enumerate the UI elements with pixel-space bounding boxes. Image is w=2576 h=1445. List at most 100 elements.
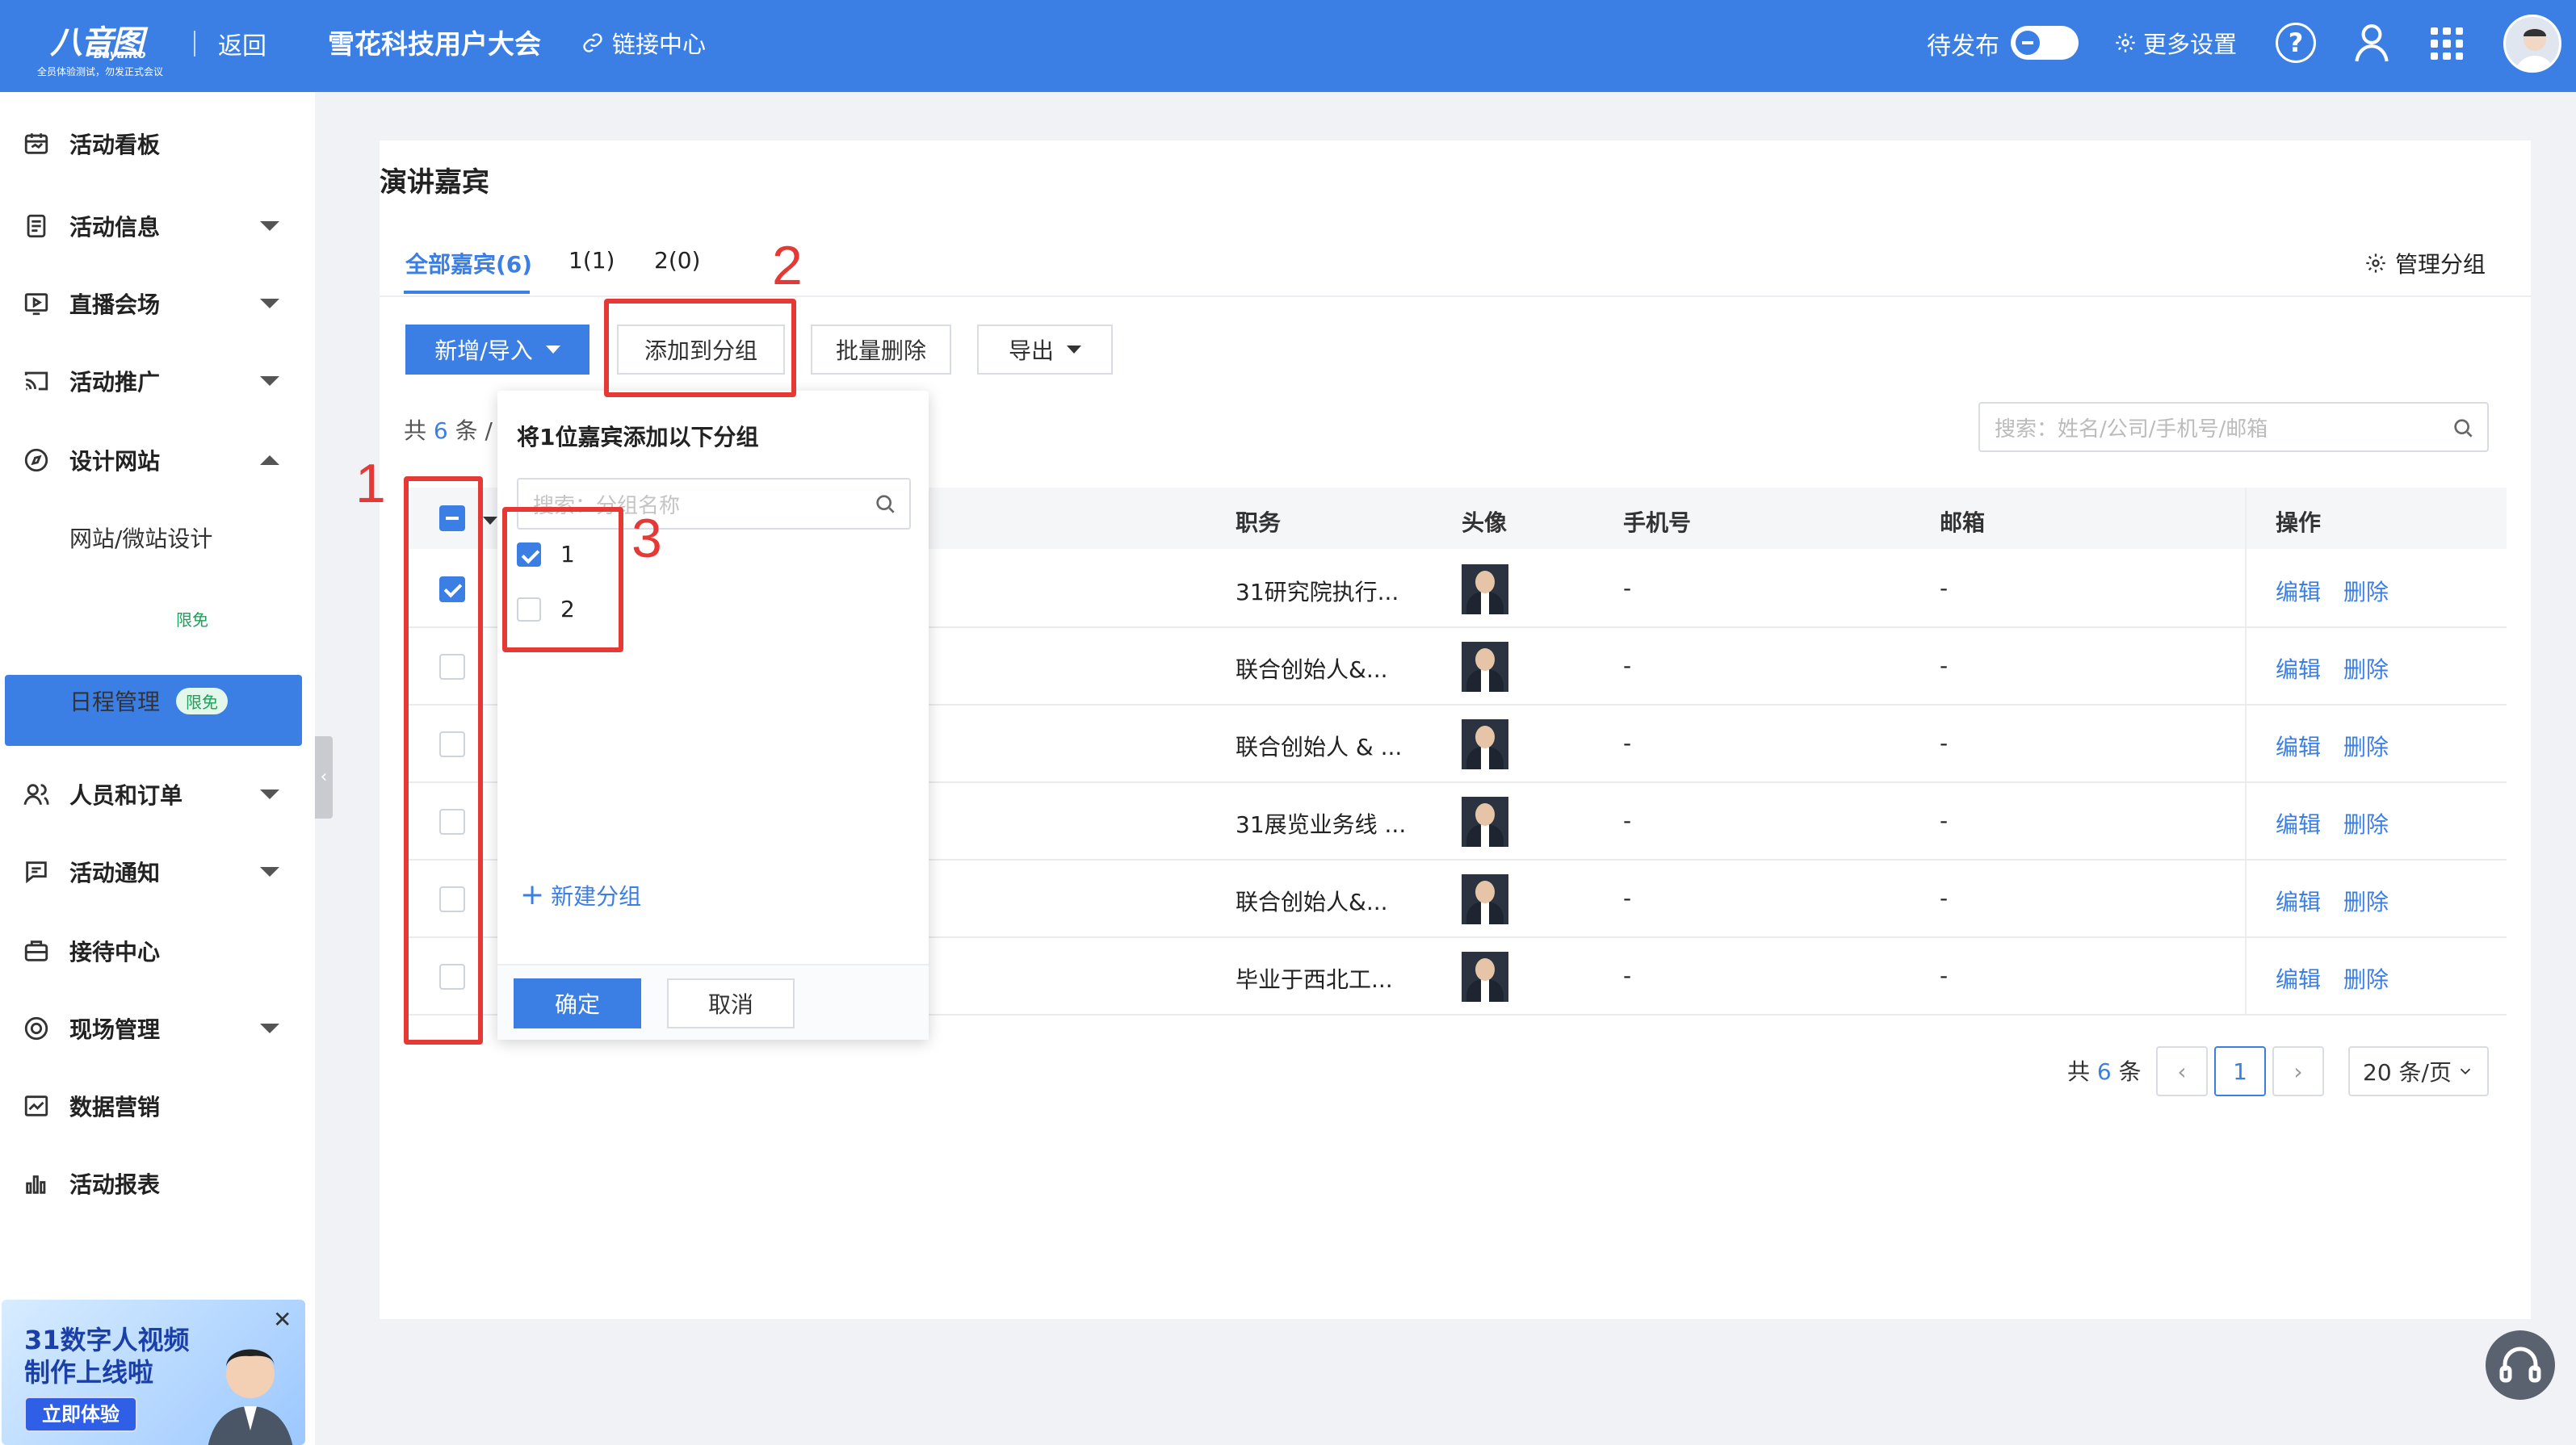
- sidebar-item-label: 现场管理: [69, 1016, 161, 1043]
- headset-icon: [2499, 1347, 2541, 1383]
- avatar[interactable]: [2503, 15, 2561, 73]
- sidebar-item-label: 网站/微站设计: [69, 526, 213, 552]
- chevron-down-icon: [260, 221, 279, 231]
- message-icon: [26, 861, 47, 884]
- sidebar-item-speakers[interactable]: 演讲嘉宾 限免: [5, 583, 302, 654]
- sidebar-item-onsite[interactable]: 现场管理: [0, 1004, 315, 1053]
- delete-link[interactable]: 删除: [2343, 807, 2389, 840]
- compass-icon: [24, 448, 48, 472]
- sidebar-item-dashboard[interactable]: 活动看板: [0, 119, 315, 168]
- customer-service-button[interactable]: [2486, 1330, 2555, 1400]
- sidebar-item-promotion[interactable]: 活动推广: [0, 357, 315, 405]
- next-page-button[interactable]: ›: [2272, 1046, 2324, 1096]
- pagination-total-number: 6: [2096, 1058, 2112, 1085]
- annotation-box-3: [502, 507, 623, 652]
- more-settings-button[interactable]: 更多设置: [2114, 26, 2237, 60]
- draft-status: 待发布: [1927, 32, 1999, 61]
- row-phone: -: [1623, 652, 1632, 679]
- sidebar-item-event-info[interactable]: 活动信息: [0, 202, 315, 250]
- publish-toggle[interactable]: [2011, 26, 2079, 60]
- sidebar-item-label: 人员和订单: [69, 782, 183, 809]
- total-prefix: 共: [404, 417, 427, 444]
- sidebar-item-schedule[interactable]: 日程管理 限免: [0, 676, 315, 725]
- chevron-down-icon: [260, 867, 279, 877]
- sidebar-item-reception[interactable]: 接待中心: [0, 927, 315, 975]
- row-title: 31研究院执行...: [1236, 579, 1399, 605]
- select-menu-chevron-icon[interactable]: [483, 517, 497, 525]
- logo[interactable]: 八音图 Bayanto 全员体验测试，勿发正式会议: [37, 13, 183, 77]
- annotation-box-1: [404, 476, 483, 1045]
- new-group-button[interactable]: + 新建分组: [520, 878, 641, 911]
- chevron-down-icon: [260, 299, 279, 308]
- speaker-avatar: [1462, 642, 1508, 692]
- row-email: -: [1940, 885, 1949, 911]
- sidebar-item-design-site[interactable]: 设计网站: [0, 436, 315, 484]
- confirm-button[interactable]: 确定: [514, 978, 641, 1028]
- sidebar-item-label: 数据营销: [69, 1094, 161, 1120]
- tab-group-2[interactable]: 2(0): [654, 247, 700, 274]
- column-avatar: 头像: [1462, 509, 1508, 536]
- batch-delete-button[interactable]: 批量删除: [811, 325, 951, 375]
- export-button[interactable]: 导出: [977, 325, 1113, 375]
- edit-link[interactable]: 编辑: [2276, 652, 2321, 685]
- tab-all-speakers[interactable]: 全部嘉宾(6): [405, 247, 532, 279]
- search-input[interactable]: 搜索：姓名/公司/手机号/邮箱: [1978, 402, 2489, 452]
- chevron-down-icon: [260, 376, 279, 386]
- page-title: 演讲嘉宾: [380, 166, 489, 199]
- page-1-button[interactable]: 1: [2214, 1046, 2266, 1096]
- topbar-divider: [194, 31, 195, 57]
- page-size-label: 20 条/页: [2363, 1059, 2452, 1086]
- link-center-label: 链接中心: [612, 31, 707, 58]
- close-icon[interactable]: ✕: [273, 1306, 292, 1333]
- sidebar-item-label: 活动推广: [69, 369, 161, 396]
- sidebar-item-label: 日程管理: [69, 689, 161, 715]
- bar-chart-icon: [26, 1175, 46, 1194]
- sidebar-item-reports[interactable]: 活动报表: [0, 1159, 315, 1208]
- promo-banner[interactable]: 31数字人视频 制作上线啦 立即体验 ✕: [2, 1300, 305, 1445]
- sidebar-item-label: 活动信息: [69, 214, 161, 241]
- page-size-select[interactable]: 20 条/页: [2348, 1046, 2489, 1096]
- delete-link[interactable]: 删除: [2343, 652, 2389, 685]
- link-center-button[interactable]: 链接中心: [581, 26, 706, 60]
- tab-group-1[interactable]: 1(1): [568, 247, 615, 274]
- user-icon[interactable]: [2352, 21, 2392, 65]
- speaker-avatar: [1462, 797, 1508, 847]
- annotation-number-3: 3: [631, 508, 662, 569]
- edit-link[interactable]: 编辑: [2276, 885, 2321, 917]
- sidebar-item-site-design[interactable]: 网站/微站设计: [0, 513, 315, 562]
- total-count: 共 6 条 / i: [404, 413, 506, 446]
- sidebar-item-data-marketing[interactable]: 数据营销: [0, 1082, 315, 1130]
- sidebar-item-live-venue[interactable]: 直播会场: [0, 279, 315, 328]
- popover-title: 将1位嘉宾添加以下分组: [517, 424, 759, 450]
- delete-link[interactable]: 删除: [2343, 575, 2389, 607]
- manage-groups-button[interactable]: 管理分组: [2364, 247, 2486, 279]
- pagination-total-suffix: 条: [2118, 1058, 2142, 1085]
- delete-link[interactable]: 删除: [2343, 885, 2389, 917]
- cancel-button[interactable]: 取消: [667, 978, 795, 1028]
- back-link[interactable]: 返回: [218, 26, 266, 61]
- sidebar-item-people-orders[interactable]: 人员和订单: [0, 770, 315, 819]
- plus-icon: +: [520, 878, 545, 911]
- digital-human-illustration: [208, 1349, 293, 1445]
- edit-link[interactable]: 编辑: [2276, 807, 2321, 840]
- sidebar-collapse-handle[interactable]: ‹: [315, 736, 333, 819]
- delete-link[interactable]: 删除: [2343, 962, 2389, 995]
- edit-link[interactable]: 编辑: [2276, 962, 2321, 995]
- sidebar-item-notifications[interactable]: 活动通知: [0, 848, 315, 896]
- delete-link[interactable]: 删除: [2343, 730, 2389, 762]
- banner-try-button[interactable]: 立即体验: [24, 1397, 137, 1432]
- add-import-button[interactable]: 新增/导入: [405, 325, 589, 375]
- edit-link[interactable]: 编辑: [2276, 730, 2321, 762]
- manage-groups-label: 管理分组: [2395, 251, 2486, 278]
- chevron-down-icon: [260, 1024, 279, 1033]
- speaker-avatar: [1462, 874, 1508, 924]
- row-phone: -: [1623, 575, 1632, 601]
- free-badge: 限免: [176, 687, 228, 714]
- prev-page-button[interactable]: ‹: [2156, 1046, 2208, 1096]
- row-phone: -: [1623, 962, 1632, 989]
- search-icon: [876, 495, 895, 513]
- edit-link[interactable]: 编辑: [2276, 575, 2321, 607]
- help-icon[interactable]: ?: [2276, 23, 2316, 63]
- row-email: -: [1940, 807, 1949, 834]
- apps-grid-icon[interactable]: [2431, 27, 2463, 60]
